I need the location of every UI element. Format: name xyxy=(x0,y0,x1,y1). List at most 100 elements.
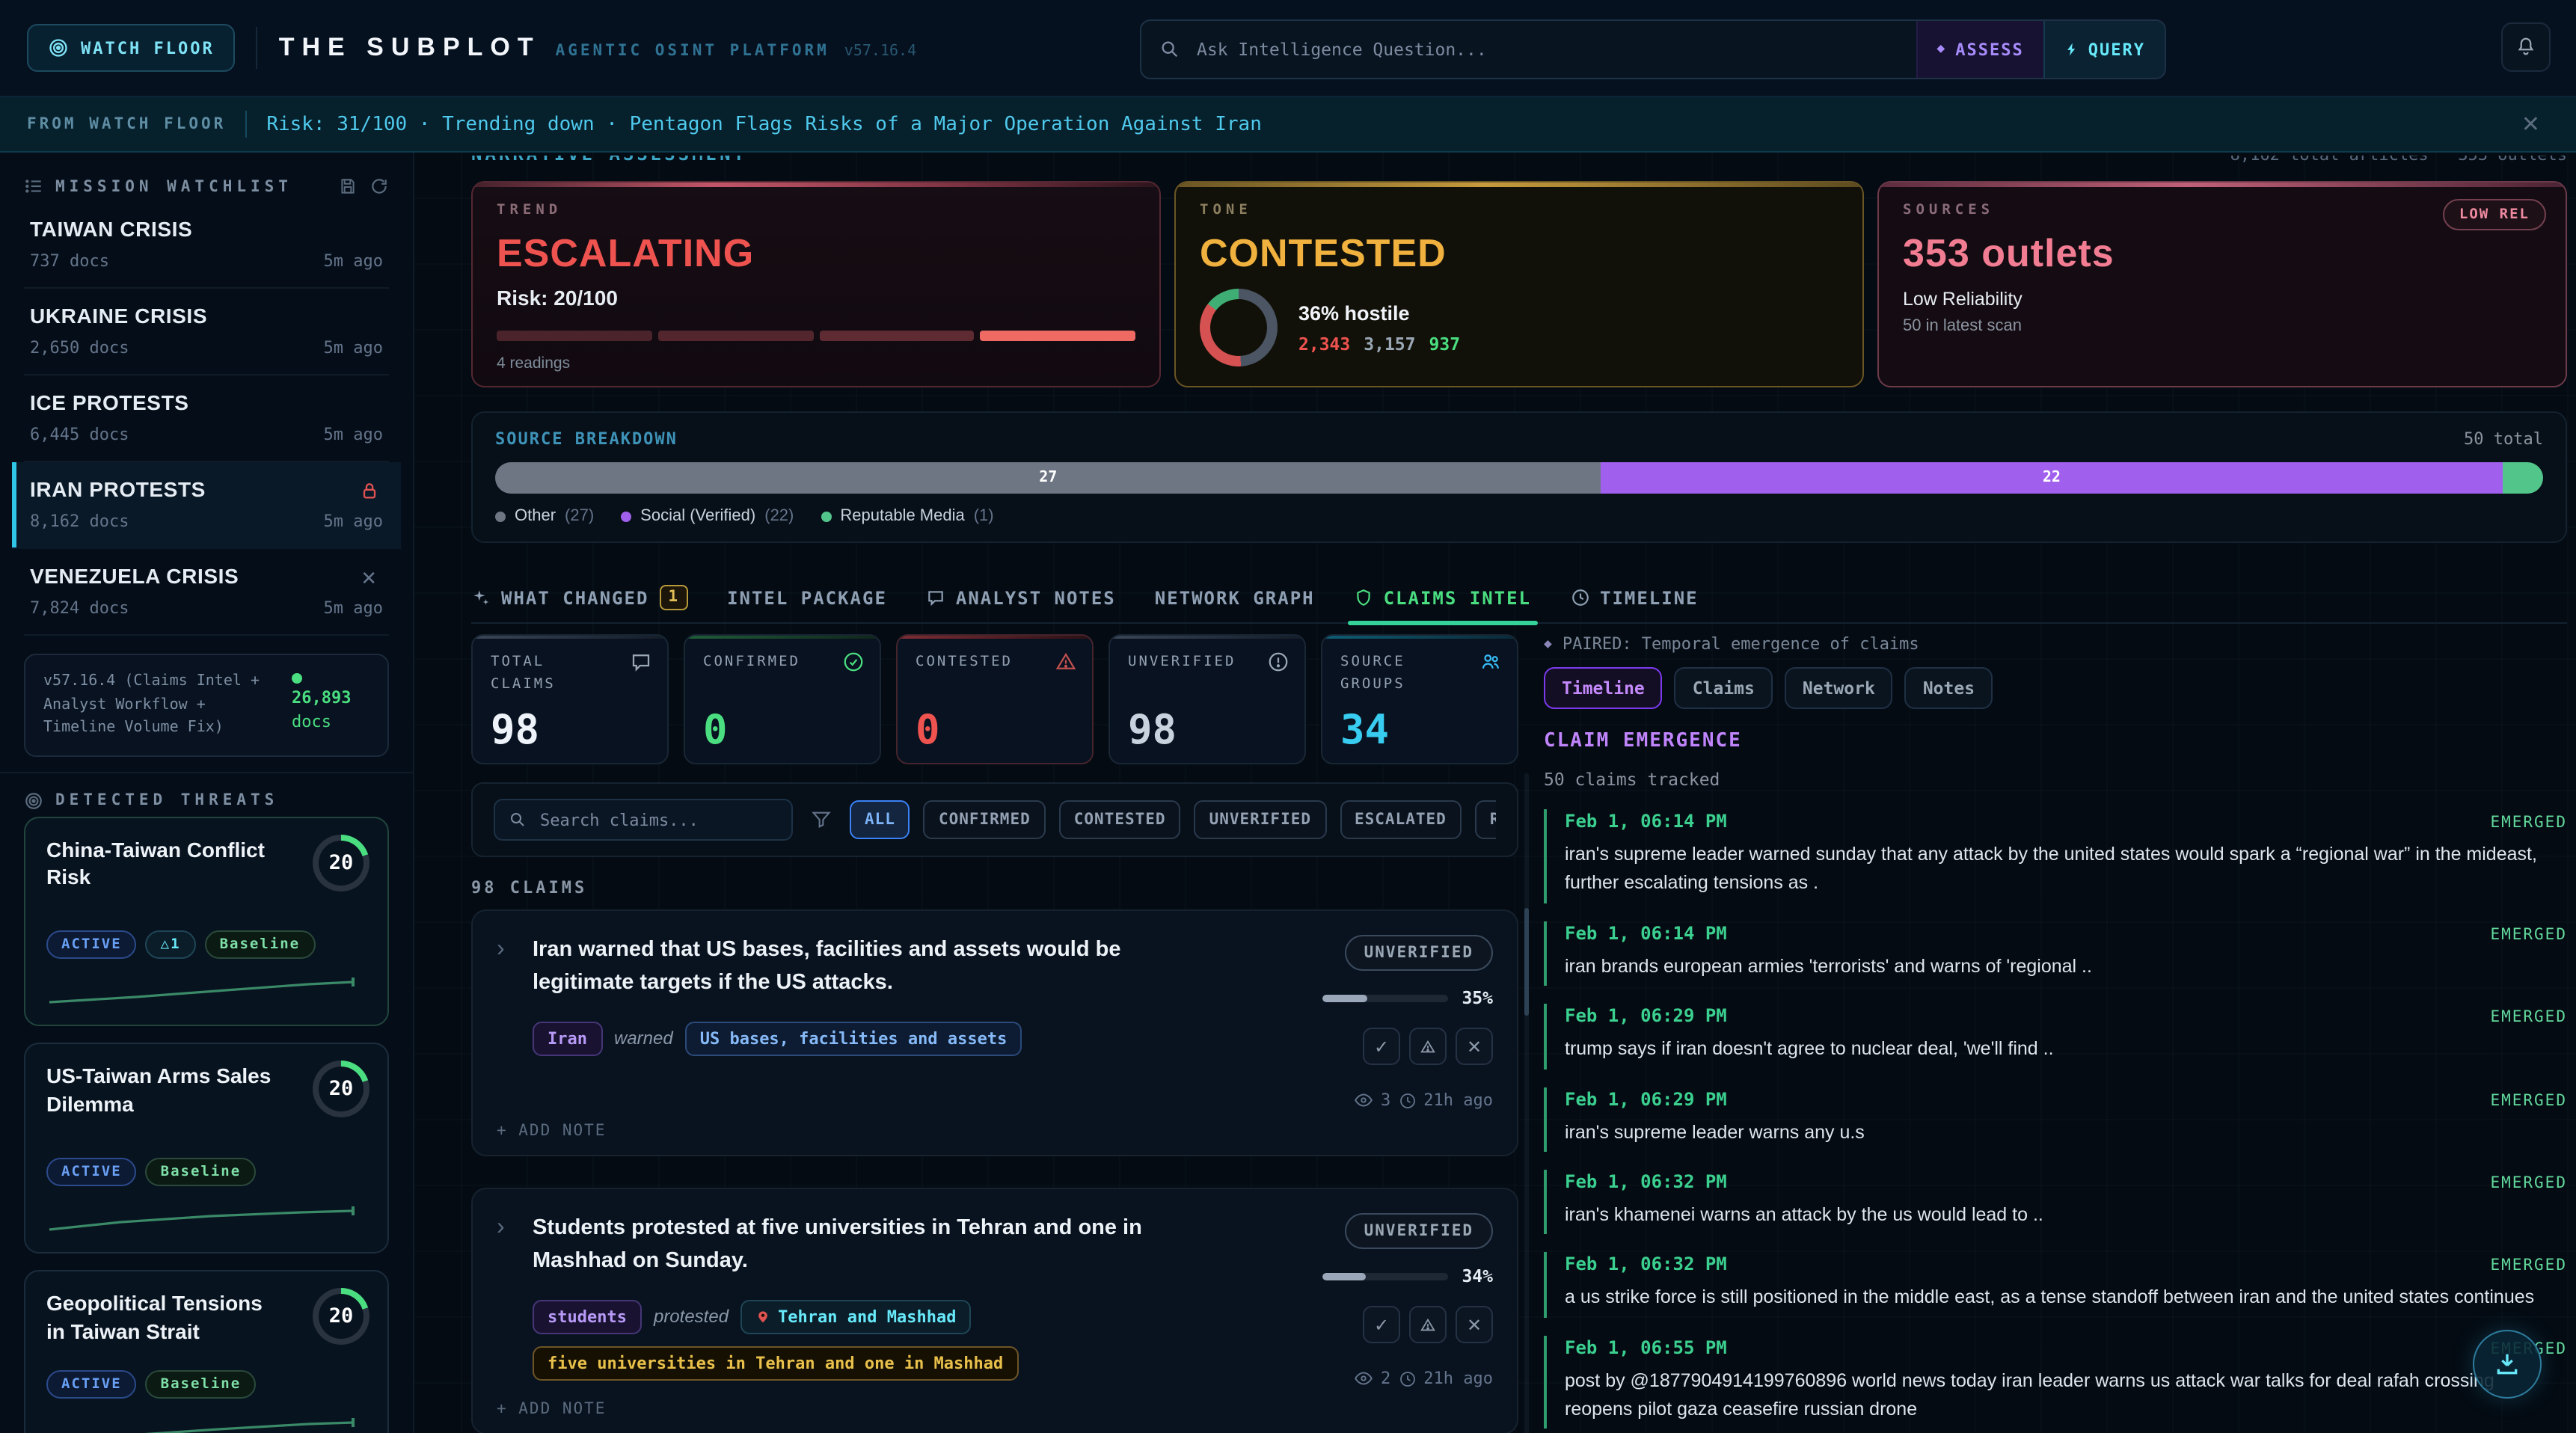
diamond-icon: ◆ xyxy=(1544,636,1552,651)
tab-timeline[interactable]: TIMELINE xyxy=(1570,573,1699,622)
subject-tag[interactable]: Iran xyxy=(533,1021,602,1055)
alert-circle-icon xyxy=(1267,651,1289,673)
filter-funnel-icon[interactable] xyxy=(811,809,832,830)
app-root: WATCH FLOOR THE SUBPLOT AGENTIC OSINT PL… xyxy=(0,0,2576,1433)
notifications-button[interactable] xyxy=(2501,22,2551,72)
timeline-event[interactable]: Feb 1, 06:14 PMEMERGED iran brands europ… xyxy=(1544,921,2567,986)
emerged-badge: EMERGED xyxy=(2490,814,2567,832)
status-badge: UNVERIFIED xyxy=(1345,935,1493,971)
contest-button[interactable] xyxy=(1409,1028,1447,1065)
speech-bubble-icon xyxy=(630,651,652,673)
tab-intel-package[interactable]: INTEL PACKAGE xyxy=(727,573,887,622)
claims-scrollbar[interactable] xyxy=(1524,773,1529,1433)
claims-timeline-panel: ◆ PAIRED: Temporal emergence of claims T… xyxy=(1544,634,2567,1433)
threat-card-china-taiwan[interactable]: China-Taiwan Conflict Risk 20 ACTIVE △1 … xyxy=(24,816,389,1027)
global-search-input[interactable] xyxy=(1194,37,1898,61)
confirm-button[interactable]: ✓ xyxy=(1363,1028,1400,1065)
tab-analyst-notes[interactable]: ANALYST NOTES xyxy=(926,573,1116,622)
main-tabs: WHAT CHANGED 1 INTEL PACKAGE ANALYST NOT… xyxy=(471,573,2567,624)
neutral-count: 3,157 xyxy=(1364,333,1415,354)
add-note-button[interactable]: + ADD NOTE xyxy=(497,1122,606,1140)
export-download-button[interactable] xyxy=(2473,1330,2542,1399)
watchlist-item-ice-protests[interactable]: ICE PROTESTS 6,445 docs5m ago xyxy=(24,375,389,462)
claims-search-input[interactable] xyxy=(537,808,778,831)
timeline-event[interactable]: Feb 1, 06:32 PMEMERGED iran's khamenei w… xyxy=(1544,1170,2567,1235)
risk-gauge: 20 xyxy=(313,1288,369,1345)
contest-button[interactable] xyxy=(1409,1306,1447,1343)
tab-what-changed[interactable]: WHAT CHANGED 1 xyxy=(471,573,688,622)
assessment-cards: TREND ESCALATING Risk: 20/100 4 readings… xyxy=(471,181,2567,387)
emerged-badge: EMERGED xyxy=(2490,1008,2567,1026)
timeline-event[interactable]: Feb 1, 06:32 PMEMERGED a us strike force… xyxy=(1544,1253,2567,1318)
threats-header: DETECTED THREATS xyxy=(24,791,389,810)
object-tag[interactable]: US bases, facilities and assets xyxy=(685,1021,1022,1055)
updated-ago: 5m ago xyxy=(324,598,384,618)
chevron-right-icon[interactable]: › xyxy=(497,1213,518,1388)
users-icon xyxy=(1479,651,1502,673)
claim-emergence-timeline: Feb 1, 06:14 PMEMERGED iran's supreme le… xyxy=(1544,809,2567,1433)
watchlist-title: MISSION WATCHLIST xyxy=(55,177,292,195)
tab-network-graph[interactable]: NETWORK GRAPH xyxy=(1155,573,1315,622)
save-icon[interactable] xyxy=(338,177,358,196)
alert-message[interactable]: Risk: 31/100 · Trending down · Pentagon … xyxy=(266,113,1262,135)
threat-card-us-taiwan-arms[interactable]: US-Taiwan Arms Sales Dilemma 20 ACTIVE B… xyxy=(24,1043,389,1254)
delta-badge: △1 xyxy=(146,931,196,960)
chevron-right-icon[interactable]: › xyxy=(497,935,518,1110)
threat-card-taiwan-strait[interactable]: Geopolitical Tensions in Taiwan Strait 2… xyxy=(24,1270,389,1433)
what-changed-badge: 1 xyxy=(659,585,688,610)
emerged-badge: EMERGED xyxy=(2490,1091,2567,1109)
emerged-badge: EMERGED xyxy=(2490,1174,2567,1192)
panel-tab-notes[interactable]: Notes xyxy=(1905,667,1993,709)
status-badge: ACTIVE xyxy=(46,931,137,960)
watch-floor-button[interactable]: WATCH FLOOR xyxy=(27,24,236,72)
bar-segment-other: 27 xyxy=(495,462,1601,494)
panel-tab-timeline[interactable]: Timeline xyxy=(1544,667,1663,709)
timeline-event[interactable]: Feb 1, 06:29 PMEMERGED iran's supreme le… xyxy=(1544,1087,2567,1152)
dismiss-button[interactable]: ✕ xyxy=(1456,1306,1493,1343)
claim-card[interactable]: › Iran warned that US bases, facilities … xyxy=(471,909,1518,1156)
panel-tab-network[interactable]: Network xyxy=(1785,667,1893,709)
watchlist-item-iran-protests[interactable]: IRAN PROTESTS 8,162 docs5m ago xyxy=(12,462,401,549)
timeline-event[interactable]: Feb 1, 06:29 PMEMERGED trump says if ira… xyxy=(1544,1004,2567,1069)
filter-chip-contested[interactable]: CONTESTED xyxy=(1059,800,1181,839)
watchlist-item-taiwan-crisis[interactable]: TAIWAN CRISIS 737 docs5m ago xyxy=(24,202,389,289)
panel-tab-claims[interactable]: Claims xyxy=(1675,667,1773,709)
assess-button[interactable]: ◆ ASSESS xyxy=(1916,21,2043,78)
eye-icon xyxy=(1354,1090,1373,1110)
verb-label: warned xyxy=(614,1028,673,1049)
tab-claims-intel[interactable]: CLAIMS INTEL xyxy=(1354,573,1531,622)
refresh-icon[interactable] xyxy=(369,177,389,196)
trend-sparkline xyxy=(46,1201,372,1234)
filter-chip-confirmed[interactable]: CONFIRMED xyxy=(924,800,1046,839)
alert-close-icon[interactable]: ✕ xyxy=(2512,109,2549,139)
timeline-event[interactable]: Feb 1, 06:14 PMEMERGED iran's supreme le… xyxy=(1544,809,2567,903)
query-button[interactable]: QUERY xyxy=(2043,21,2165,78)
tone-card: TONE CONTESTED 36% hostile 2,343 3,157 9… xyxy=(1174,181,1864,387)
add-note-button[interactable]: + ADD NOTE xyxy=(497,1400,606,1418)
subject-tag[interactable]: students xyxy=(533,1299,642,1334)
claims-count-label: 98 CLAIMS xyxy=(471,878,1518,897)
trend-risk: Risk: 20/100 xyxy=(497,286,1135,310)
search-icon xyxy=(509,811,527,829)
watch-floor-label: WATCH FLOOR xyxy=(81,38,215,58)
close-icon[interactable]: ✕ xyxy=(361,567,377,591)
filter-chip-escalated[interactable]: ESCALATED xyxy=(1340,800,1462,839)
claim-card[interactable]: › Students protested at five universitie… xyxy=(471,1188,1518,1433)
sources-latest-scan: 50 in latest scan xyxy=(1903,317,2542,335)
watchlist-item-ukraine-crisis[interactable]: UKRAINE CRISIS 2,650 docs5m ago xyxy=(24,289,389,375)
watchlist-item-venezuela-crisis[interactable]: VENEZUELA CRISIS ✕ 7,824 docs5m ago xyxy=(24,549,389,636)
check-circle-icon xyxy=(842,651,865,673)
clock-icon xyxy=(1570,588,1589,607)
speech-bubble-icon xyxy=(926,588,945,607)
filter-chip-unverified[interactable]: UNVERIFIED xyxy=(1195,800,1326,839)
legend-social-verified: Social (Verified)(22) xyxy=(621,507,794,525)
dismiss-button[interactable]: ✕ xyxy=(1456,1028,1493,1065)
confirm-button[interactable]: ✓ xyxy=(1363,1306,1400,1343)
timeline-event[interactable]: Feb 1, 06:55 PMEMERGED post by @18779049… xyxy=(1544,1335,2567,1429)
sources-reliability: Low Reliability xyxy=(1903,289,2542,310)
bar-segment-reputable xyxy=(2502,462,2543,494)
detail-tag[interactable]: five universities in Tehran and one in M… xyxy=(533,1345,1018,1380)
location-tag[interactable]: Tehran and Mashhad xyxy=(740,1299,971,1334)
filter-chip-all[interactable]: ALL xyxy=(850,800,910,839)
filter-chip-reviewed[interactable]: REVIEWED xyxy=(1475,800,1496,839)
